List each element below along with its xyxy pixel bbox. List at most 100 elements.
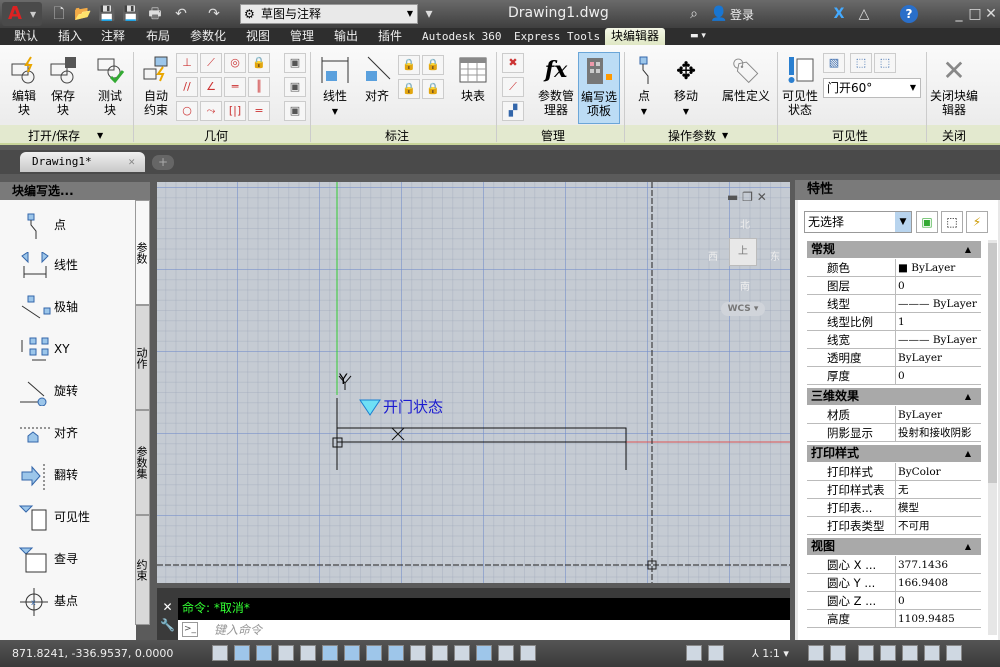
selection-cycling-toggle[interactable] bbox=[498, 645, 514, 661]
palette-tab-actions[interactable]: 动作 bbox=[135, 305, 150, 410]
property-section-header[interactable]: 视图 bbox=[807, 538, 981, 555]
palette-tab-parameters[interactable]: 参数 bbox=[135, 200, 150, 305]
dynamic-input-toggle[interactable] bbox=[410, 645, 426, 661]
annotation-visibility-icon[interactable] bbox=[808, 645, 824, 661]
command-prompt-icon[interactable]: >_ bbox=[182, 622, 198, 637]
property-row[interactable]: 线宽——— ByLayer bbox=[807, 331, 981, 349]
undo-icon[interactable]: ↶ bbox=[172, 5, 190, 23]
panel-geometry[interactable]: 几何 bbox=[204, 127, 228, 144]
property-row[interactable]: 材质ByLayer bbox=[807, 406, 981, 424]
hide-constraints-icon[interactable]: ▣ bbox=[284, 101, 306, 121]
palette-item-alignment[interactable]: 对齐 bbox=[18, 418, 78, 448]
radial-icon[interactable]: 🔒 bbox=[422, 55, 444, 75]
property-value[interactable]: 不可用 bbox=[895, 517, 981, 535]
save-as-icon[interactable]: 💾 bbox=[122, 5, 140, 23]
property-value[interactable]: 1 bbox=[895, 313, 981, 331]
property-value[interactable]: ——— ByLayer bbox=[895, 295, 981, 313]
move-action-button[interactable]: ✥移动▼ bbox=[668, 55, 704, 119]
property-row[interactable]: 打印表...模型 bbox=[807, 499, 981, 517]
close-command-line-icon[interactable]: ✕ bbox=[157, 600, 178, 614]
visibility-state-dropdown[interactable]: 门开60°▼ bbox=[823, 78, 921, 98]
tab-plugins[interactable]: 插件 bbox=[378, 28, 402, 45]
equal-icon[interactable]: = bbox=[248, 101, 270, 121]
palette-item-flip[interactable]: 翻转 bbox=[18, 460, 78, 490]
toggle-pickadd-icon[interactable]: ▣ bbox=[916, 211, 938, 233]
3d-object-snap-toggle[interactable] bbox=[344, 645, 360, 661]
symmetric-icon[interactable]: [|] bbox=[224, 101, 246, 121]
tab-autodesk-360[interactable]: Autodesk 360 bbox=[422, 28, 501, 45]
ribbon-toggle-icon[interactable]: ▬ ▾ bbox=[690, 28, 706, 45]
palette-item-visibility[interactable]: 可见性 bbox=[18, 502, 90, 532]
aligned-button[interactable]: 对齐 bbox=[360, 55, 394, 103]
parameters-manager-button[interactable]: fx参数管理器 bbox=[536, 55, 576, 117]
property-section-header[interactable]: 常规 bbox=[807, 241, 981, 258]
property-row[interactable]: 透明度ByLayer bbox=[807, 349, 981, 367]
viewcube-top-face[interactable]: 上 bbox=[729, 238, 757, 266]
property-row[interactable]: 打印样式表无 bbox=[807, 481, 981, 499]
document-tab[interactable]: Drawing1*✕ bbox=[20, 152, 145, 172]
select-objects-icon[interactable]: ⬚ bbox=[941, 211, 963, 233]
point-parameter-button[interactable]: 点▼ bbox=[630, 55, 658, 119]
delete-constraint-icon[interactable]: ✖ bbox=[502, 53, 524, 73]
viewport-close-icon[interactable]: ✕ bbox=[757, 190, 767, 204]
property-row[interactable]: 高度1109.9485 bbox=[807, 610, 981, 628]
ortho-mode-toggle[interactable] bbox=[278, 645, 294, 661]
parallel-icon[interactable]: // bbox=[176, 77, 198, 97]
palette-item-linear[interactable]: 线性 bbox=[18, 250, 78, 280]
palette-item-rotation[interactable]: 旋转 bbox=[18, 376, 78, 406]
new-tab-button[interactable]: + bbox=[152, 155, 174, 170]
tab-manage[interactable]: 管理 bbox=[290, 28, 314, 45]
exchange-icon[interactable]: X bbox=[830, 5, 848, 23]
property-value[interactable]: ByLayer bbox=[895, 349, 981, 367]
panel-action-parameters[interactable]: 操作参数 bbox=[668, 127, 716, 144]
palette-item-basepoint[interactable]: x基点 bbox=[18, 586, 78, 616]
hardware-accel-icon[interactable] bbox=[924, 645, 940, 661]
linear-button[interactable]: 线性▼ bbox=[318, 55, 352, 119]
property-row[interactable]: 圆心 X ...377.1436 bbox=[807, 556, 981, 574]
property-value[interactable]: ByColor bbox=[895, 463, 981, 481]
show-constraints-icon[interactable]: ▣ bbox=[284, 53, 306, 73]
construction-icon[interactable]: ⟋ bbox=[502, 77, 524, 97]
drawing-canvas[interactable]: Y 开门状态 ▬ ❐ ✕ 北 西 东 南 上 WCS ▾ bbox=[157, 182, 790, 583]
command-input[interactable]: >_键入命令 bbox=[178, 620, 790, 640]
clean-screen-icon[interactable] bbox=[946, 645, 962, 661]
isolate-objects-icon[interactable] bbox=[902, 645, 918, 661]
coincident-icon[interactable]: ⊥ bbox=[176, 53, 198, 73]
save-block-button[interactable]: 保存块 bbox=[45, 55, 81, 117]
property-value[interactable]: 377.1436 bbox=[895, 556, 981, 574]
transparency-toggle[interactable] bbox=[454, 645, 470, 661]
property-value[interactable]: ■ ByLayer bbox=[895, 259, 981, 277]
panel-manage[interactable]: 管理 bbox=[541, 127, 565, 144]
redo-icon[interactable]: ↷ bbox=[205, 5, 223, 23]
constraint-status-icon[interactable]: ▞ bbox=[502, 101, 524, 121]
visibility-parameter-label[interactable]: 开门状态 bbox=[383, 396, 443, 417]
viewport-minimize-icon[interactable]: ▬ bbox=[727, 190, 738, 204]
collinear-icon[interactable]: ⟋ bbox=[200, 53, 222, 73]
palette-title[interactable]: 块编写选... bbox=[0, 182, 150, 200]
panel-visibility[interactable]: 可见性 bbox=[832, 127, 868, 144]
property-value[interactable]: 0 bbox=[895, 592, 981, 610]
property-row[interactable]: 线型——— ByLayer bbox=[807, 295, 981, 313]
property-row[interactable]: 厚度0 bbox=[807, 367, 981, 385]
property-value[interactable]: 投射和接收阴影 bbox=[895, 424, 981, 442]
open-icon[interactable]: 📂 bbox=[74, 5, 92, 23]
palette-item-xy[interactable]: XY bbox=[18, 334, 70, 364]
show-all-constraints-icon[interactable]: ▣ bbox=[284, 77, 306, 97]
auto-scale-icon[interactable] bbox=[830, 645, 846, 661]
property-value[interactable]: 1109.9485 bbox=[895, 610, 981, 628]
tab-block-editor[interactable]: 块编辑器 bbox=[605, 28, 665, 45]
palette-item-lookup[interactable]: 查寻 bbox=[18, 544, 78, 574]
properties-scrollbar[interactable] bbox=[988, 240, 997, 635]
tab-insert[interactable]: 插入 bbox=[58, 28, 82, 45]
make-invisible-icon[interactable]: ⬚ bbox=[850, 53, 872, 73]
property-value[interactable]: ByLayer bbox=[895, 406, 981, 424]
properties-title[interactable]: 特性 bbox=[795, 180, 1000, 200]
user-icon[interactable]: 👤 bbox=[710, 5, 728, 23]
a360-icon[interactable]: △ bbox=[855, 5, 873, 23]
tab-annotate[interactable]: 注释 bbox=[101, 28, 125, 45]
block-table-button[interactable]: 块表 bbox=[456, 55, 490, 103]
test-block-button[interactable]: 测试块 bbox=[92, 55, 128, 117]
annotation-monitor-toggle[interactable] bbox=[520, 645, 536, 661]
perpendicular-icon[interactable]: ∠ bbox=[200, 77, 222, 97]
polar-tracking-toggle[interactable] bbox=[300, 645, 316, 661]
